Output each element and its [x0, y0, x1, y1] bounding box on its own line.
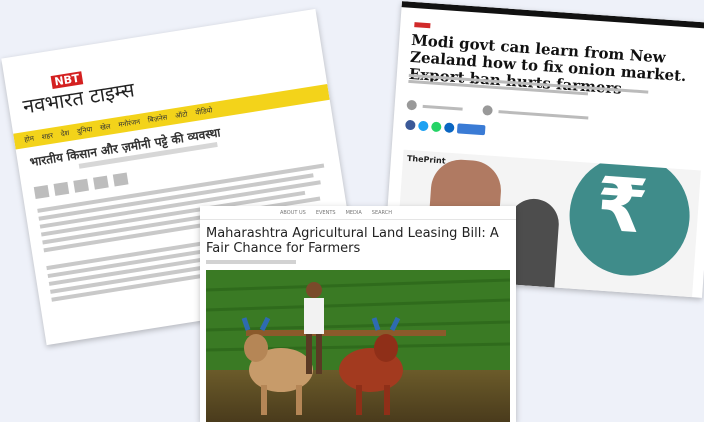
nbt-share-buttons	[33, 172, 129, 200]
share-icon[interactable]	[112, 172, 129, 187]
center-nav-item[interactable]: SEARCH	[372, 210, 392, 216]
nbt-nav-item[interactable]: देश	[60, 125, 71, 142]
share-icon[interactable]	[33, 184, 50, 200]
nbt-nav-item[interactable]: बिज़नेस	[147, 110, 169, 129]
nbt-nav-item[interactable]: खेल	[99, 118, 112, 135]
center-nav-item[interactable]: MEDIA	[346, 210, 362, 216]
maharashtra-article-card: ABOUT US EVENTS MEDIA SEARCH Maharashtra…	[200, 206, 516, 422]
avatar	[406, 99, 418, 111]
twitter-icon[interactable]	[417, 120, 429, 132]
center-nav-item[interactable]: ABOUT US	[280, 210, 306, 216]
center-headline: Maharashtra Agricultural Land Leasing Bi…	[206, 226, 499, 256]
linkedin-icon[interactable]	[443, 122, 455, 134]
nbt-nav-item[interactable]: शहर	[41, 128, 55, 146]
share-icon[interactable]	[53, 181, 70, 196]
share-icon[interactable]	[456, 123, 486, 136]
facebook-icon[interactable]	[405, 119, 416, 131]
print-logo: ThePrint	[406, 153, 446, 166]
center-nav-item[interactable]: EVENTS	[316, 210, 336, 216]
whatsapp-icon[interactable]	[430, 121, 442, 133]
nbt-nav-item[interactable]: वीडियो	[194, 102, 213, 120]
center-byline	[206, 260, 296, 264]
nbt-nav-item[interactable]: मनोरंजन	[117, 114, 141, 133]
nbt-logo: NBT नवभारत टाइम्स	[18, 59, 136, 120]
nbt-nav-item[interactable]: ऑटो	[174, 106, 189, 124]
print-category-tag[interactable]	[414, 22, 431, 29]
print-top-bar	[401, 1, 704, 30]
ploughing-illustration	[206, 270, 510, 422]
print-share-buttons	[405, 119, 486, 136]
share-icon[interactable]	[73, 178, 89, 193]
nbt-nav-item[interactable]: होम	[23, 131, 35, 148]
center-nav-bar: ABOUT US EVENTS MEDIA SEARCH	[200, 206, 516, 220]
avatar	[482, 105, 493, 116]
rupee-icon: ₹	[593, 161, 651, 251]
print-byline	[406, 99, 589, 123]
nbt-nav-item[interactable]: दुनिया	[76, 121, 94, 139]
farmer-ploughing-photo	[206, 270, 510, 422]
share-icon[interactable]	[93, 175, 109, 190]
